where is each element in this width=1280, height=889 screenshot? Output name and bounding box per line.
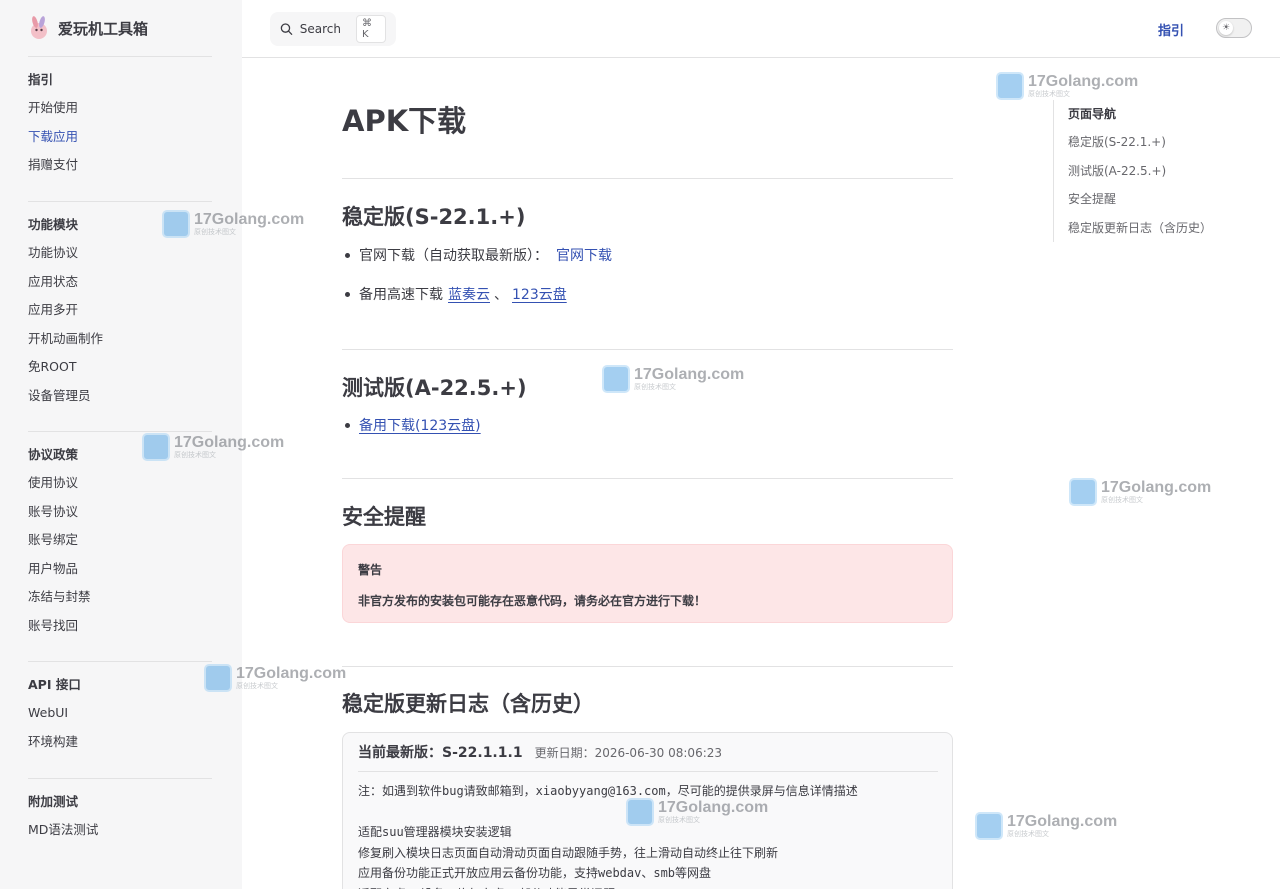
rabbit-logo-icon — [31, 16, 47, 39]
section-heading-beta: 测试版(A-22.5.+) — [342, 376, 527, 400]
watermark-subtext: 原创技术图文 — [1101, 496, 1143, 504]
section-heading-security: 安全提醒 — [342, 505, 426, 529]
search-shortcut-hint: ⌘ K — [356, 15, 386, 43]
divider — [242, 57, 1280, 58]
sidebar-item-user-items[interactable]: 用户物品 — [28, 555, 212, 584]
nav-group-extra: 附加测试 MD语法测试 — [28, 788, 212, 845]
watermark-logo-icon — [602, 365, 630, 393]
divider — [28, 201, 212, 202]
list-item-text: 官网下载（自动获取最新版）： — [359, 248, 548, 264]
sidebar-item-md-test[interactable]: MD语法测试 — [28, 816, 212, 845]
list-item: 备用下载(123云盘) — [345, 415, 481, 435]
changelog-body: 注：如遇到软件bug请致邮箱到，xiaobyyang@163.com，尽可能的提… — [358, 784, 858, 889]
separator-text: 、 — [494, 287, 508, 303]
watermark-subtext: 原创技术图文 — [1007, 830, 1049, 838]
sidebar-item-freeze-ban[interactable]: 冻结与封禁 — [28, 583, 212, 612]
section-heading-changelog: 稳定版更新日志（含历史） — [342, 692, 594, 716]
watermark-logo-icon — [975, 812, 1003, 840]
sidebar-item-device-admin[interactable]: 设备管理员 — [28, 382, 212, 411]
divider — [342, 349, 953, 350]
beta-download-link[interactable]: 备用下载(123云盘) — [359, 415, 481, 435]
search-label: Search — [299, 22, 341, 36]
divider — [342, 178, 953, 179]
sidebar-item-getting-started[interactable]: 开始使用 — [28, 94, 212, 123]
sidebar-item-usage-agreement[interactable]: 使用协议 — [28, 469, 212, 498]
watermark: 17Golang.com 原创技术图文 — [1069, 478, 1211, 506]
search-button[interactable]: Search ⌘ K — [270, 12, 396, 46]
theme-toggle[interactable]: ☀ — [1216, 18, 1252, 38]
divider — [28, 661, 212, 662]
nav-group-title: 协议政策 — [28, 447, 79, 462]
outline-item-stable[interactable]: 稳定版(S-22.1.+) — [1068, 128, 1243, 157]
nav-group-policy: 协议政策 使用协议 账号协议 账号绑定 用户物品 冻结与封禁 账号找回 — [28, 441, 212, 640]
nav-group-title: 附加测试 — [28, 794, 79, 809]
watermark: 17Golang.com 原创技术图文 — [602, 365, 744, 393]
sidebar-item-boot-animation[interactable]: 开机动画制作 — [28, 325, 212, 354]
nav-group-title: 功能模块 — [28, 217, 79, 232]
nav-group-title: API 接口 — [28, 677, 81, 692]
nav-link-guide[interactable]: 指引 — [1158, 20, 1184, 39]
watermark-text: 17Golang.com — [236, 665, 347, 682]
lanzou-link[interactable]: 蓝奏云 — [448, 284, 490, 304]
watermark-text: 17Golang.com — [1101, 479, 1212, 496]
outline-item-beta[interactable]: 测试版(A-22.5.+) — [1068, 157, 1243, 186]
watermark-logo-icon — [996, 72, 1024, 100]
sun-icon: ☀ — [1219, 21, 1233, 35]
sidebar-item-no-root[interactable]: 免ROOT — [28, 353, 212, 382]
watermark-subtext: 原创技术图文 — [1028, 90, 1070, 98]
sidebar-item-donate[interactable]: 捐赠支付 — [28, 151, 212, 180]
divider — [28, 431, 212, 432]
brand[interactable]: 爱玩机工具箱 — [28, 16, 148, 40]
watermark: 17Golang.com 原创技术图文 — [975, 812, 1117, 840]
list-item-text: 备用高速下载 — [359, 287, 443, 303]
sidebar-item-account-recovery[interactable]: 账号找回 — [28, 612, 212, 641]
sidebar: 爱玩机工具箱 指引 开始使用 下载应用 捐赠支付 功能模块 功能协议 应用状态 … — [0, 0, 242, 889]
divider — [342, 666, 953, 667]
watermark-subtext: 原创技术图文 — [634, 383, 676, 391]
watermark: 17Golang.com 原创技术图文 — [996, 72, 1138, 100]
sidebar-item-account-binding[interactable]: 账号绑定 — [28, 526, 212, 555]
page-outline: 页面导航 稳定版(S-22.1.+) 测试版(A-22.5.+) 安全提醒 稳定… — [1053, 100, 1243, 242]
outline-item-security[interactable]: 安全提醒 — [1068, 185, 1243, 214]
nav-group-title: 指引 — [28, 72, 54, 87]
warning-title: 警告 — [358, 563, 383, 577]
sidebar-item-download[interactable]: 下载应用 — [28, 123, 212, 152]
watermark-text: 17Golang.com — [1007, 813, 1118, 830]
divider — [28, 778, 212, 779]
sidebar-item-account-agreement[interactable]: 账号协议 — [28, 498, 212, 527]
section-heading-stable: 稳定版(S-22.1.+) — [342, 205, 526, 229]
page-title: APK下载 — [342, 104, 467, 138]
outline-title: 页面导航 — [1068, 107, 1117, 121]
nav-group-features: 功能模块 功能协议 应用状态 应用多开 开机动画制作 免ROOT 设备管理员 — [28, 211, 212, 410]
sidebar-item-app-status[interactable]: 应用状态 — [28, 268, 212, 297]
search-icon — [280, 23, 293, 35]
changelog-box: 当前最新版：S-22.1.1.1 更新日期：2026-06-30 08:06:2… — [342, 732, 953, 889]
sidebar-item-env-build[interactable]: 环境构建 — [28, 728, 212, 757]
123pan-link[interactable]: 123云盘 — [512, 284, 567, 304]
warning-box: 警告 非官方发布的安装包可能存在恶意代码，请务必在官方进行下载！ — [342, 544, 953, 623]
brand-name: 爱玩机工具箱 — [58, 19, 149, 38]
nav-group-guide: 指引 开始使用 下载应用 捐赠支付 — [28, 66, 212, 180]
sidebar-item-webui[interactable]: WebUI — [28, 699, 212, 728]
watermark-text: 17Golang.com — [1028, 73, 1139, 90]
nav-group-api: API 接口 WebUI 环境构建 — [28, 671, 212, 756]
divider — [28, 56, 212, 57]
sidebar-item-app-clone[interactable]: 应用多开 — [28, 296, 212, 325]
list-item: 官网下载（自动获取最新版）： 官网下载 — [345, 245, 612, 265]
list-item: 备用高速下载 蓝奏云 、 123云盘 — [345, 284, 567, 304]
divider — [342, 478, 953, 479]
warning-text: 非官方发布的安装包可能存在恶意代码，请务必在官方进行下载！ — [358, 594, 707, 608]
outline-item-changelog[interactable]: 稳定版更新日志（含历史） — [1068, 214, 1243, 243]
watermark-text: 17Golang.com — [634, 366, 745, 383]
watermark-subtext: 原创技术图文 — [236, 682, 278, 690]
changelog-header: 当前最新版：S-22.1.1.1 更新日期：2026-06-30 08:06:2… — [358, 742, 937, 762]
current-version: 当前最新版：S-22.1.1.1 — [358, 745, 523, 761]
watermark-logo-icon — [1069, 478, 1097, 506]
divider — [358, 771, 938, 772]
sidebar-item-feature-protocol[interactable]: 功能协议 — [28, 239, 212, 268]
official-download-link[interactable]: 官网下载 — [556, 245, 612, 265]
update-date: 更新日期：2026-06-30 08:06:23 — [534, 746, 723, 760]
